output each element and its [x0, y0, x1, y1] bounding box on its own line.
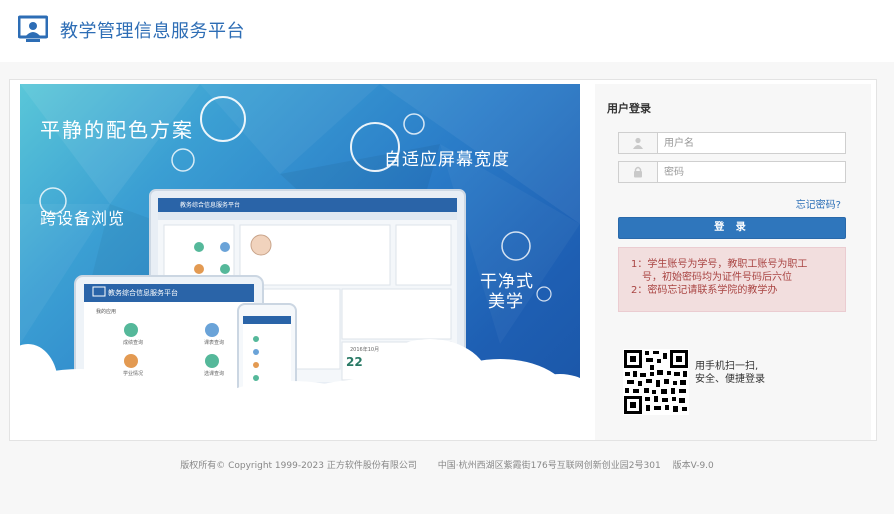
- qr-code-icon: [623, 349, 689, 415]
- notice-line: 2：密码忘记请联系学院的教学办: [631, 285, 778, 296]
- slogan-color-scheme: 平静的配色方案: [40, 118, 194, 142]
- promo-banner: 平静的配色方案 自适应屏幕宽度 跨设备浏览 干净式 美学 教务综合信息服务平台 …: [20, 84, 580, 426]
- username-row: [618, 132, 846, 154]
- site-title: 教学管理信息服务平台: [60, 21, 245, 42]
- qr-hint-line: 用手机扫一扫,: [695, 361, 759, 372]
- page-header: 教学管理信息服务平台: [0, 0, 894, 62]
- slogan-adaptive-width: 自适应屏幕宽度: [384, 150, 510, 170]
- calendar-month: 2016年10月: [350, 347, 380, 353]
- monitor-title: 教务综合信息服务平台: [180, 202, 241, 209]
- password-row: [618, 161, 846, 183]
- login-panel-title: 用户登录: [607, 102, 651, 115]
- tablet-app-label: 课表查询: [204, 340, 225, 346]
- address-text: 中国·杭州西湖区紫霞街176号互联网创新创业园2号301: [437, 461, 661, 471]
- notice-line: 1：学生账号为学号，教职工账号为职工: [631, 259, 808, 270]
- calendar-day: 22: [346, 355, 363, 369]
- notice-line: 号，初始密码均为证件号码后六位: [642, 272, 792, 283]
- copyright-text: 版权所有© Copyright 1999-2023 正方软件股份有限公司: [180, 461, 417, 471]
- forgot-password-link[interactable]: 忘记密码?: [796, 196, 841, 211]
- login-panel: 用户登录 忘记密码? 登 录 1：学生账号为学号，教职工账号为职工 号，初始密码…: [595, 84, 871, 440]
- tablet-app-label: 选课查询: [204, 371, 225, 377]
- slogan-cross-device: 跨设备浏览: [40, 209, 126, 228]
- username-input[interactable]: [658, 133, 844, 153]
- page-footer: 版权所有© Copyright 1999-2023 正方软件股份有限公司 中国·…: [0, 458, 894, 471]
- tablet-title: 教务综合信息服务平台: [108, 289, 178, 297]
- user-icon: [619, 133, 658, 153]
- tablet-app-label: 成绩查询: [123, 340, 144, 346]
- slogan-clean-aesthetic-2: 美学: [488, 292, 524, 312]
- version-text: 版本V-9.0: [672, 461, 714, 471]
- monitor-user-icon: [18, 15, 48, 42]
- login-notice: 1：学生账号为学号，教职工账号为职工 号，初始密码均为证件号码后六位 2：密码忘…: [618, 247, 846, 312]
- qr-hint-line: 安全、便捷登录: [695, 374, 765, 385]
- lock-icon: [619, 162, 658, 182]
- tablet-app-label: 学业情况: [123, 371, 144, 377]
- login-button[interactable]: 登 录: [618, 217, 846, 239]
- tablet-subtitle: 我的应用: [96, 309, 117, 315]
- qr-hint: 用手机扫一扫, 安全、便捷登录: [695, 360, 765, 386]
- password-input[interactable]: [658, 162, 844, 182]
